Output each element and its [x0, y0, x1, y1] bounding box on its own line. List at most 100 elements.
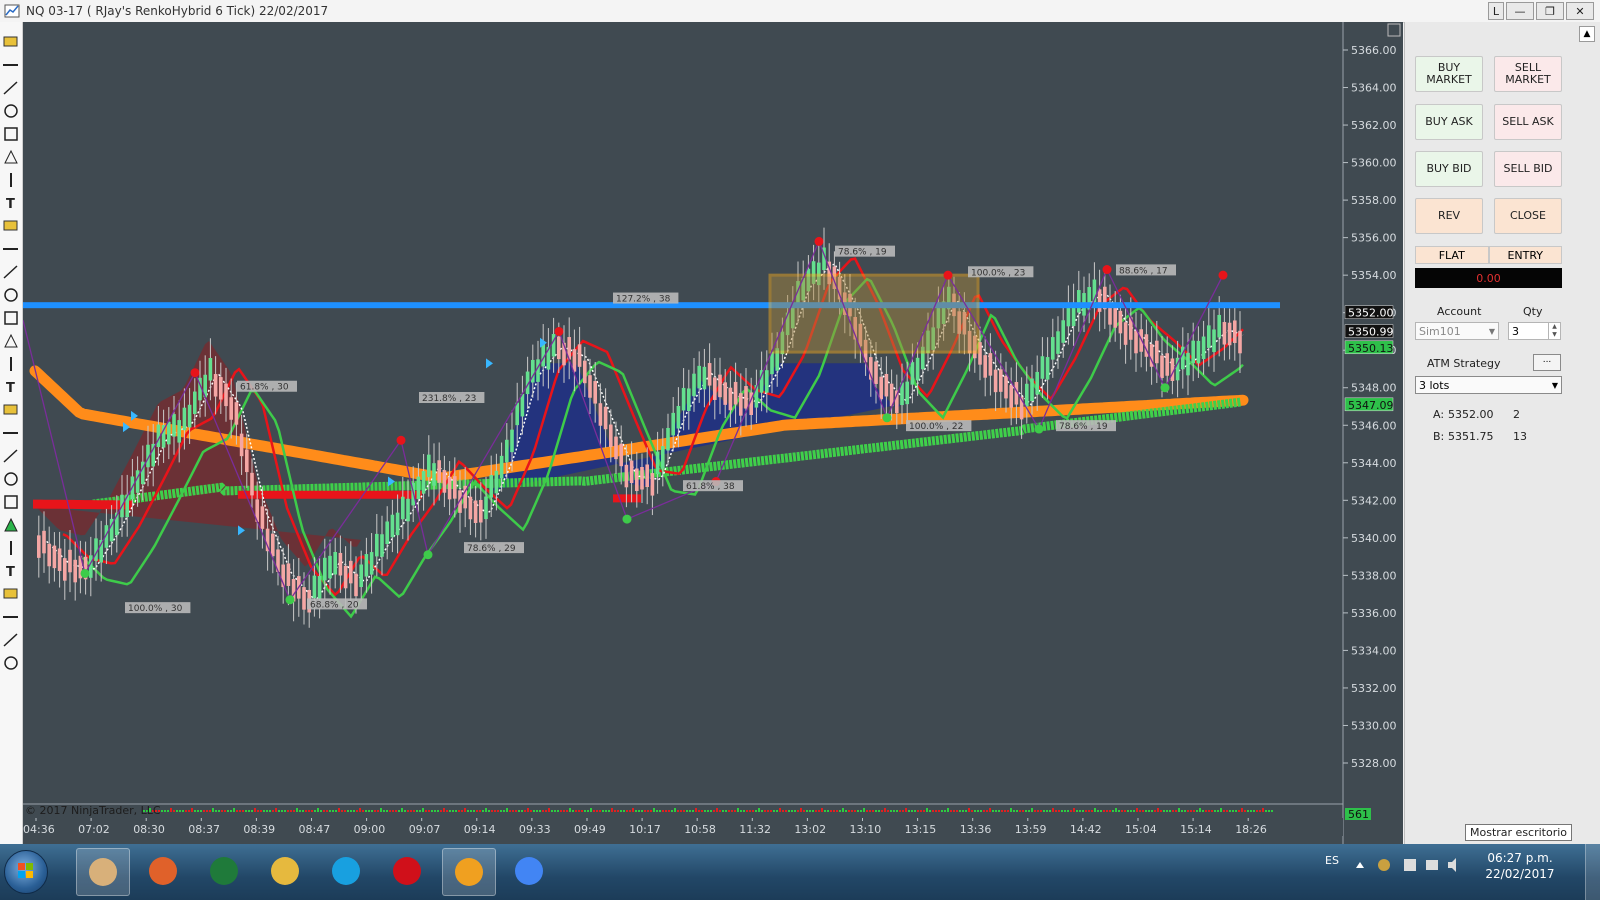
trend-angle-icon[interactable]: [4, 311, 18, 325]
volume-bar: [200, 810, 202, 812]
volume-bar: [665, 810, 667, 812]
ruler-icon[interactable]: [4, 333, 18, 348]
volume-bar: [890, 810, 892, 812]
volume-bar: [161, 810, 163, 812]
dot-icon[interactable]: T: [6, 565, 15, 580]
volume-bar: [677, 810, 679, 812]
sell-bid-button[interactable]: SELL BID: [1494, 151, 1562, 187]
volume-bar: [449, 810, 451, 812]
chrome-taskbar-button[interactable]: [503, 848, 555, 894]
volume-bar: [503, 810, 505, 812]
ellipse-icon[interactable]: T: [6, 381, 15, 396]
volume-bar: [644, 810, 646, 812]
price-tag: 5350.13: [1344, 340, 1394, 355]
volume-bar: [419, 810, 421, 812]
andrews-pitchfork-icon[interactable]: [4, 288, 18, 302]
minimize-button[interactable]: —: [1506, 2, 1534, 20]
quantity-stepper[interactable]: 3 ▲ ▼: [1508, 322, 1561, 340]
arrow-down-icon[interactable]: [4, 517, 18, 532]
sell-market-button[interactable]: SELL MARKET: [1494, 56, 1562, 92]
volume-bar: [323, 810, 325, 812]
ask-price: 5352.00: [1448, 408, 1494, 421]
ninjatrader-taskbar-button[interactable]: [442, 848, 496, 896]
gann-fan-icon[interactable]: [3, 265, 18, 279]
volume-bar: [989, 808, 991, 812]
sell-ask-button[interactable]: SELL ASK: [1494, 104, 1562, 140]
ray-tool-icon[interactable]: [3, 81, 18, 95]
volume-bar: [773, 810, 775, 812]
svg-text:T: T: [6, 197, 15, 212]
firefox-taskbar-button[interactable]: [137, 848, 189, 894]
arc-icon[interactable]: [3, 449, 18, 463]
account-select[interactable]: Sim101 ▼: [1415, 322, 1499, 340]
buy-market-button[interactable]: BUY MARKET: [1415, 56, 1483, 92]
volume-bar: [1007, 810, 1009, 812]
atm-strategy-select[interactable]: 3 lots ▼: [1415, 376, 1562, 394]
triangle-down-icon[interactable]: [3, 633, 18, 647]
volume-bar: [254, 808, 256, 812]
arrow-up-icon[interactable]: [4, 495, 18, 509]
close-position-button[interactable]: CLOSE: [1494, 198, 1562, 234]
eraser-icon[interactable]: [4, 656, 18, 670]
volume-bar: [365, 810, 367, 812]
atm-strategy-button[interactable]: ...: [1533, 354, 1561, 371]
price-chart[interactable]: 5366.00 5364.00 5362.00 5360.00 5358.00 5356.…: [23, 22, 1403, 860]
swing-high-marker: [554, 326, 564, 336]
arrow-line-icon[interactable]: [4, 127, 18, 141]
y-tick-label: 5336.00: [1351, 607, 1397, 620]
atm-strategy-label: ATM Strategy: [1427, 357, 1501, 370]
text-icon[interactable]: [4, 472, 18, 486]
volume-bar: [314, 810, 316, 812]
fib-label: 231.8% , 23: [419, 391, 485, 404]
volume-bar: [1115, 808, 1117, 812]
skype-taskbar-button[interactable]: [320, 848, 372, 894]
volume-bar: [653, 808, 655, 812]
y-tick-label: 5366.00: [1351, 44, 1397, 57]
excel-taskbar-button[interactable]: [198, 848, 250, 894]
swing-high-marker: [1218, 270, 1228, 280]
fibonacci-extension-icon[interactable]: [3, 220, 18, 231]
opera-taskbar-button[interactable]: [381, 848, 433, 894]
volume-bar: [950, 810, 952, 812]
volume-bar: [704, 810, 706, 812]
volume-bar: [1037, 810, 1039, 812]
regression-channel-icon[interactable]: T: [6, 197, 15, 212]
link-button[interactable]: L: [1488, 2, 1504, 20]
chevron-down-icon: ▼: [1488, 327, 1495, 336]
spin-arrows-icon[interactable]: ▲ ▼: [1548, 323, 1560, 339]
volume-bar: [1148, 810, 1150, 812]
square-icon[interactable]: [3, 588, 18, 599]
volume-bar: [635, 810, 637, 812]
skype-icon: [332, 857, 360, 885]
panel-scroll-up-icon[interactable]: ▲: [1579, 26, 1595, 42]
reverse-button[interactable]: REV: [1415, 198, 1483, 234]
volume-bar: [371, 810, 373, 812]
language-indicator[interactable]: ES: [1325, 854, 1339, 867]
svg-text:78.6% , 19: 78.6% , 19: [838, 248, 887, 258]
x-tick-label: 14:42: [1070, 823, 1102, 836]
y-tick-label: 5334.00: [1351, 644, 1397, 657]
extended-line-icon[interactable]: [4, 104, 18, 118]
start-button[interactable]: [4, 850, 48, 894]
show-desktop-button[interactable]: [1585, 844, 1600, 900]
volume-bar: [437, 810, 439, 812]
system-tray: [1356, 858, 1456, 872]
rectangle-icon[interactable]: [3, 404, 18, 415]
volume-bar: [329, 810, 331, 812]
buy-bid-button[interactable]: BUY BID: [1415, 151, 1483, 187]
volume-bar: [1214, 810, 1216, 812]
account-label: Account: [1437, 305, 1482, 318]
chart-canvas[interactable]: 5366.00 5364.00 5362.00 5360.00 5358.00 5356.…: [23, 22, 1403, 860]
volume-bar: [1208, 810, 1210, 812]
orange-zone-box: [768, 273, 980, 354]
svg-text:78.6% , 19: 78.6% , 19: [1059, 422, 1108, 432]
system-clock[interactable]: 06:27 p.m. 22/02/2017: [1480, 850, 1560, 882]
hand-app-taskbar-button[interactable]: [76, 848, 130, 896]
volume-bar: [1145, 810, 1147, 812]
chart-properties-icon[interactable]: [3, 36, 18, 47]
explorer-taskbar-button[interactable]: [259, 848, 311, 894]
buy-ask-button[interactable]: BUY ASK: [1415, 104, 1483, 140]
horizontal-line-icon[interactable]: [4, 149, 18, 164]
maximize-button[interactable]: ❐: [1536, 2, 1564, 20]
close-window-button[interactable]: ✕: [1566, 2, 1594, 20]
